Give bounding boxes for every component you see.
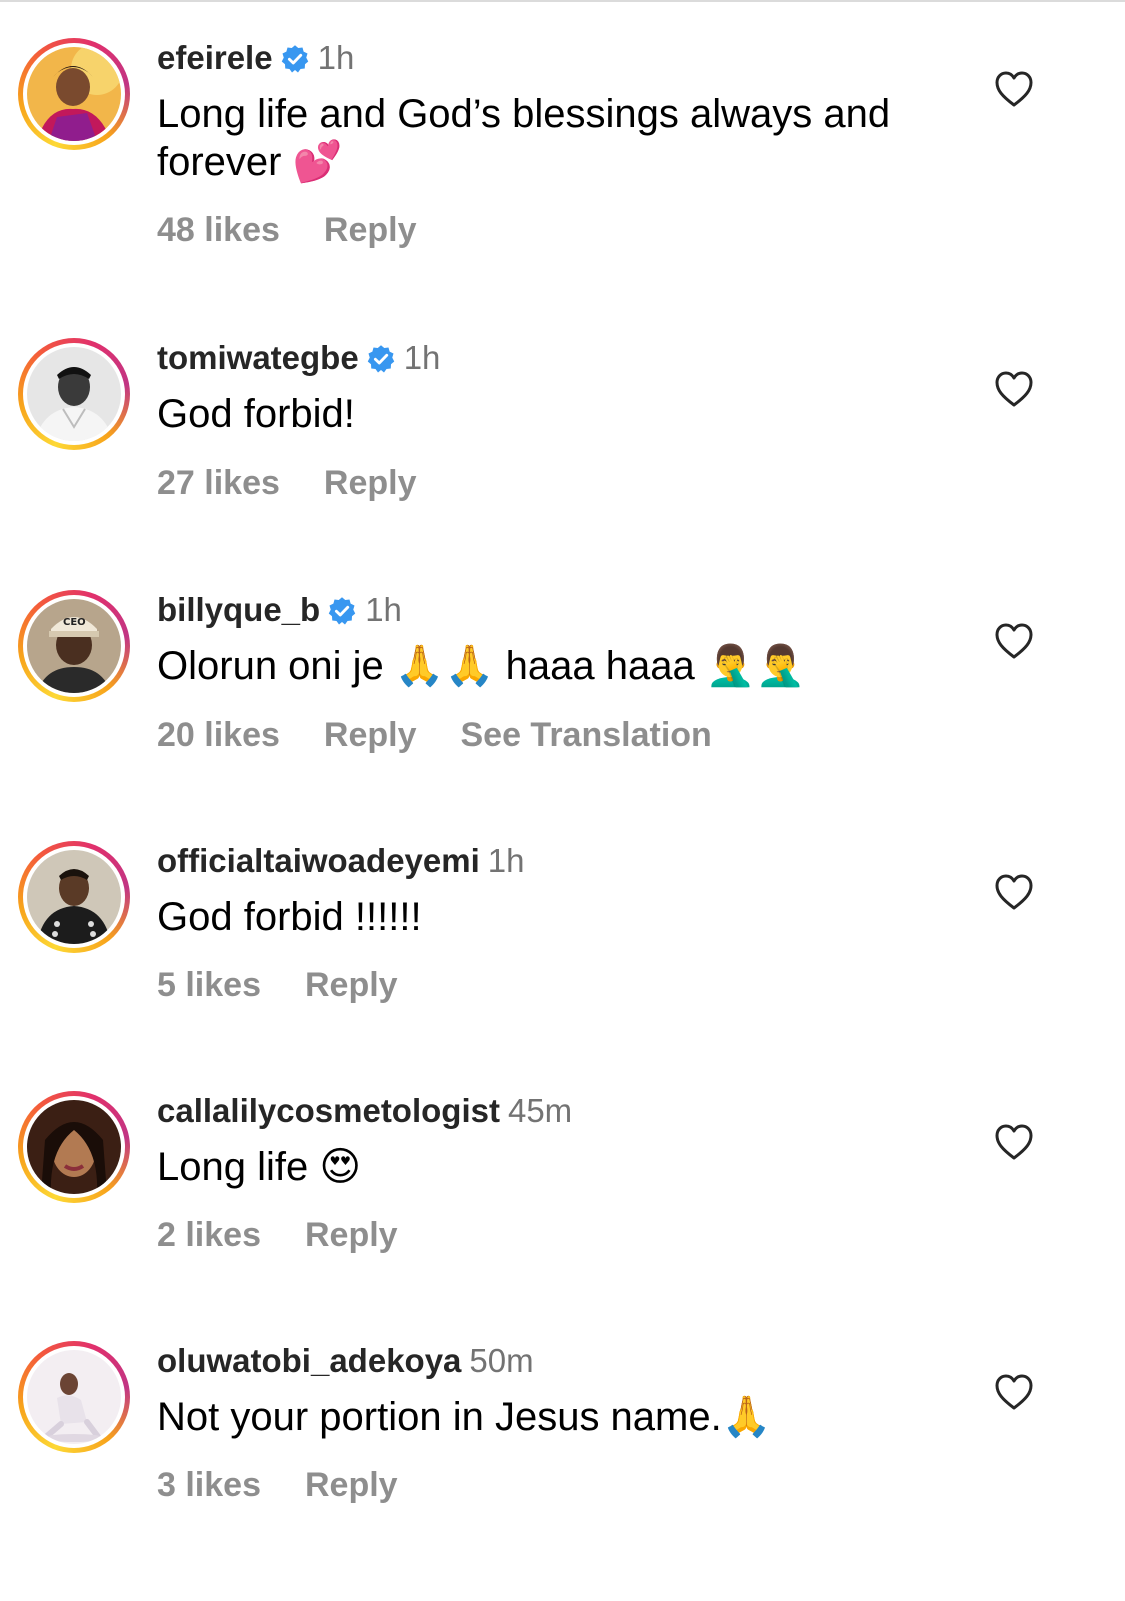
reply-button[interactable]: Reply bbox=[305, 966, 398, 1004]
comment-actions: 3 likes Reply bbox=[157, 1465, 442, 1505]
avatar-story-ring[interactable] bbox=[18, 38, 130, 150]
comment-text: God forbid !!!!!! bbox=[157, 895, 422, 939]
likes-count[interactable]: 27 likes bbox=[157, 464, 280, 502]
verified-badge-icon bbox=[280, 43, 310, 83]
avatar bbox=[27, 1350, 121, 1444]
likes-count[interactable]: 3 likes bbox=[157, 1466, 261, 1504]
avatar-story-ring[interactable] bbox=[18, 1341, 130, 1453]
timestamp: 1h bbox=[317, 39, 355, 76]
comment-header: callalilycosmetologist 45m bbox=[157, 1091, 572, 1131]
timestamp: 1h bbox=[365, 591, 402, 628]
comment-header: tomiwategbe 1h bbox=[157, 338, 440, 383]
facepalm-emoji: 🤦‍♂️🤦‍♂️ bbox=[705, 643, 806, 689]
comment-actions: 5 likes Reply bbox=[157, 965, 442, 1005]
comment-header: officialtaiwoadeyemi 1h bbox=[157, 841, 524, 881]
comment-text: Long life and God’s blessings always and… bbox=[157, 92, 891, 185]
heart-outline-icon[interactable] bbox=[994, 370, 1034, 408]
likes-count[interactable]: 20 likes bbox=[157, 716, 280, 754]
heart-outline-icon[interactable] bbox=[994, 70, 1034, 108]
reply-button[interactable]: Reply bbox=[305, 1216, 398, 1254]
comment-header: oluwatobi_adekoya 50m bbox=[157, 1341, 534, 1381]
timestamp: 45m bbox=[507, 1092, 573, 1129]
avatar: CEO bbox=[27, 599, 121, 693]
comment-item: CEO billyque_b 1h Olorun oni je 🙏🙏 haaa h… bbox=[0, 552, 1125, 802]
heart-outline-icon[interactable] bbox=[994, 873, 1034, 911]
heart-eyes-emoji: 😍 bbox=[319, 1144, 362, 1190]
comment-text: Olorun oni je 🙏🙏 haaa haaa 🤦‍♂️🤦‍♂️ bbox=[157, 643, 806, 689]
comment-item: officialtaiwoadeyemi 1h God forbid !!!!!!… bbox=[0, 803, 1125, 1053]
heart-outline-icon[interactable] bbox=[994, 622, 1034, 660]
reply-button[interactable]: Reply bbox=[324, 716, 417, 754]
avatar bbox=[27, 850, 121, 944]
reply-button[interactable]: Reply bbox=[324, 464, 417, 502]
avatar-story-ring[interactable] bbox=[18, 1091, 130, 1203]
comment-text: Not your portion in Jesus name.🙏 bbox=[157, 1394, 772, 1440]
timestamp: 1h bbox=[403, 339, 441, 376]
likes-count[interactable]: 48 likes bbox=[157, 211, 280, 249]
avatar-story-ring[interactable] bbox=[18, 841, 130, 953]
comment-item: oluwatobi_adekoya 50m Not your portion in… bbox=[0, 1303, 1125, 1553]
avatar bbox=[27, 347, 121, 441]
reply-button[interactable]: Reply bbox=[324, 211, 417, 249]
comment-header: efeirele 1h bbox=[157, 38, 354, 83]
hearts-emoji: 💕 bbox=[292, 139, 343, 185]
comment-item: efeirele 1h Long life and God’s blessings… bbox=[0, 0, 1125, 250]
comment-item: callalilycosmetologist 45m Long life 😍 2 … bbox=[0, 1053, 1125, 1303]
comment-actions: 20 likes Reply See Translation bbox=[157, 715, 756, 755]
comment-actions: 2 likes Reply bbox=[157, 1215, 442, 1255]
comment-text: God forbid! bbox=[157, 392, 355, 436]
likes-count[interactable]: 2 likes bbox=[157, 1216, 261, 1254]
username[interactable]: tomiwategbe bbox=[157, 339, 359, 376]
praying-hands-emoji: 🙏 bbox=[721, 1394, 772, 1440]
comment-header: billyque_b 1h bbox=[157, 590, 402, 635]
comment-actions: 48 likes Reply bbox=[157, 210, 460, 250]
username[interactable]: callalilycosmetologist bbox=[157, 1092, 500, 1129]
username[interactable]: efeirele bbox=[157, 39, 273, 76]
username[interactable]: oluwatobi_adekoya bbox=[157, 1342, 461, 1379]
reply-button[interactable]: Reply bbox=[305, 1466, 398, 1504]
heart-outline-icon[interactable] bbox=[994, 1123, 1034, 1161]
likes-count[interactable]: 5 likes bbox=[157, 966, 261, 1004]
username[interactable]: billyque_b bbox=[157, 591, 320, 628]
heart-outline-icon[interactable] bbox=[994, 1373, 1034, 1411]
verified-badge-icon bbox=[327, 595, 357, 635]
avatar bbox=[27, 47, 121, 141]
svg-text:CEO: CEO bbox=[63, 617, 86, 628]
see-translation-button[interactable]: See Translation bbox=[460, 716, 711, 754]
avatar-story-ring[interactable] bbox=[18, 338, 130, 450]
avatar-story-ring[interactable]: CEO bbox=[18, 590, 130, 702]
comment-text: Long life 😍 bbox=[157, 1144, 362, 1190]
praying-hands-emoji: 🙏🙏 bbox=[394, 643, 495, 689]
timestamp: 50m bbox=[469, 1342, 534, 1379]
username[interactable]: officialtaiwoadeyemi bbox=[157, 842, 480, 879]
avatar bbox=[27, 1100, 121, 1194]
comment-actions: 27 likes Reply bbox=[157, 463, 460, 503]
comment-item: tomiwategbe 1h God forbid! 27 likes Reply bbox=[0, 300, 1125, 550]
timestamp: 1h bbox=[487, 842, 525, 879]
verified-badge-icon bbox=[366, 343, 396, 383]
